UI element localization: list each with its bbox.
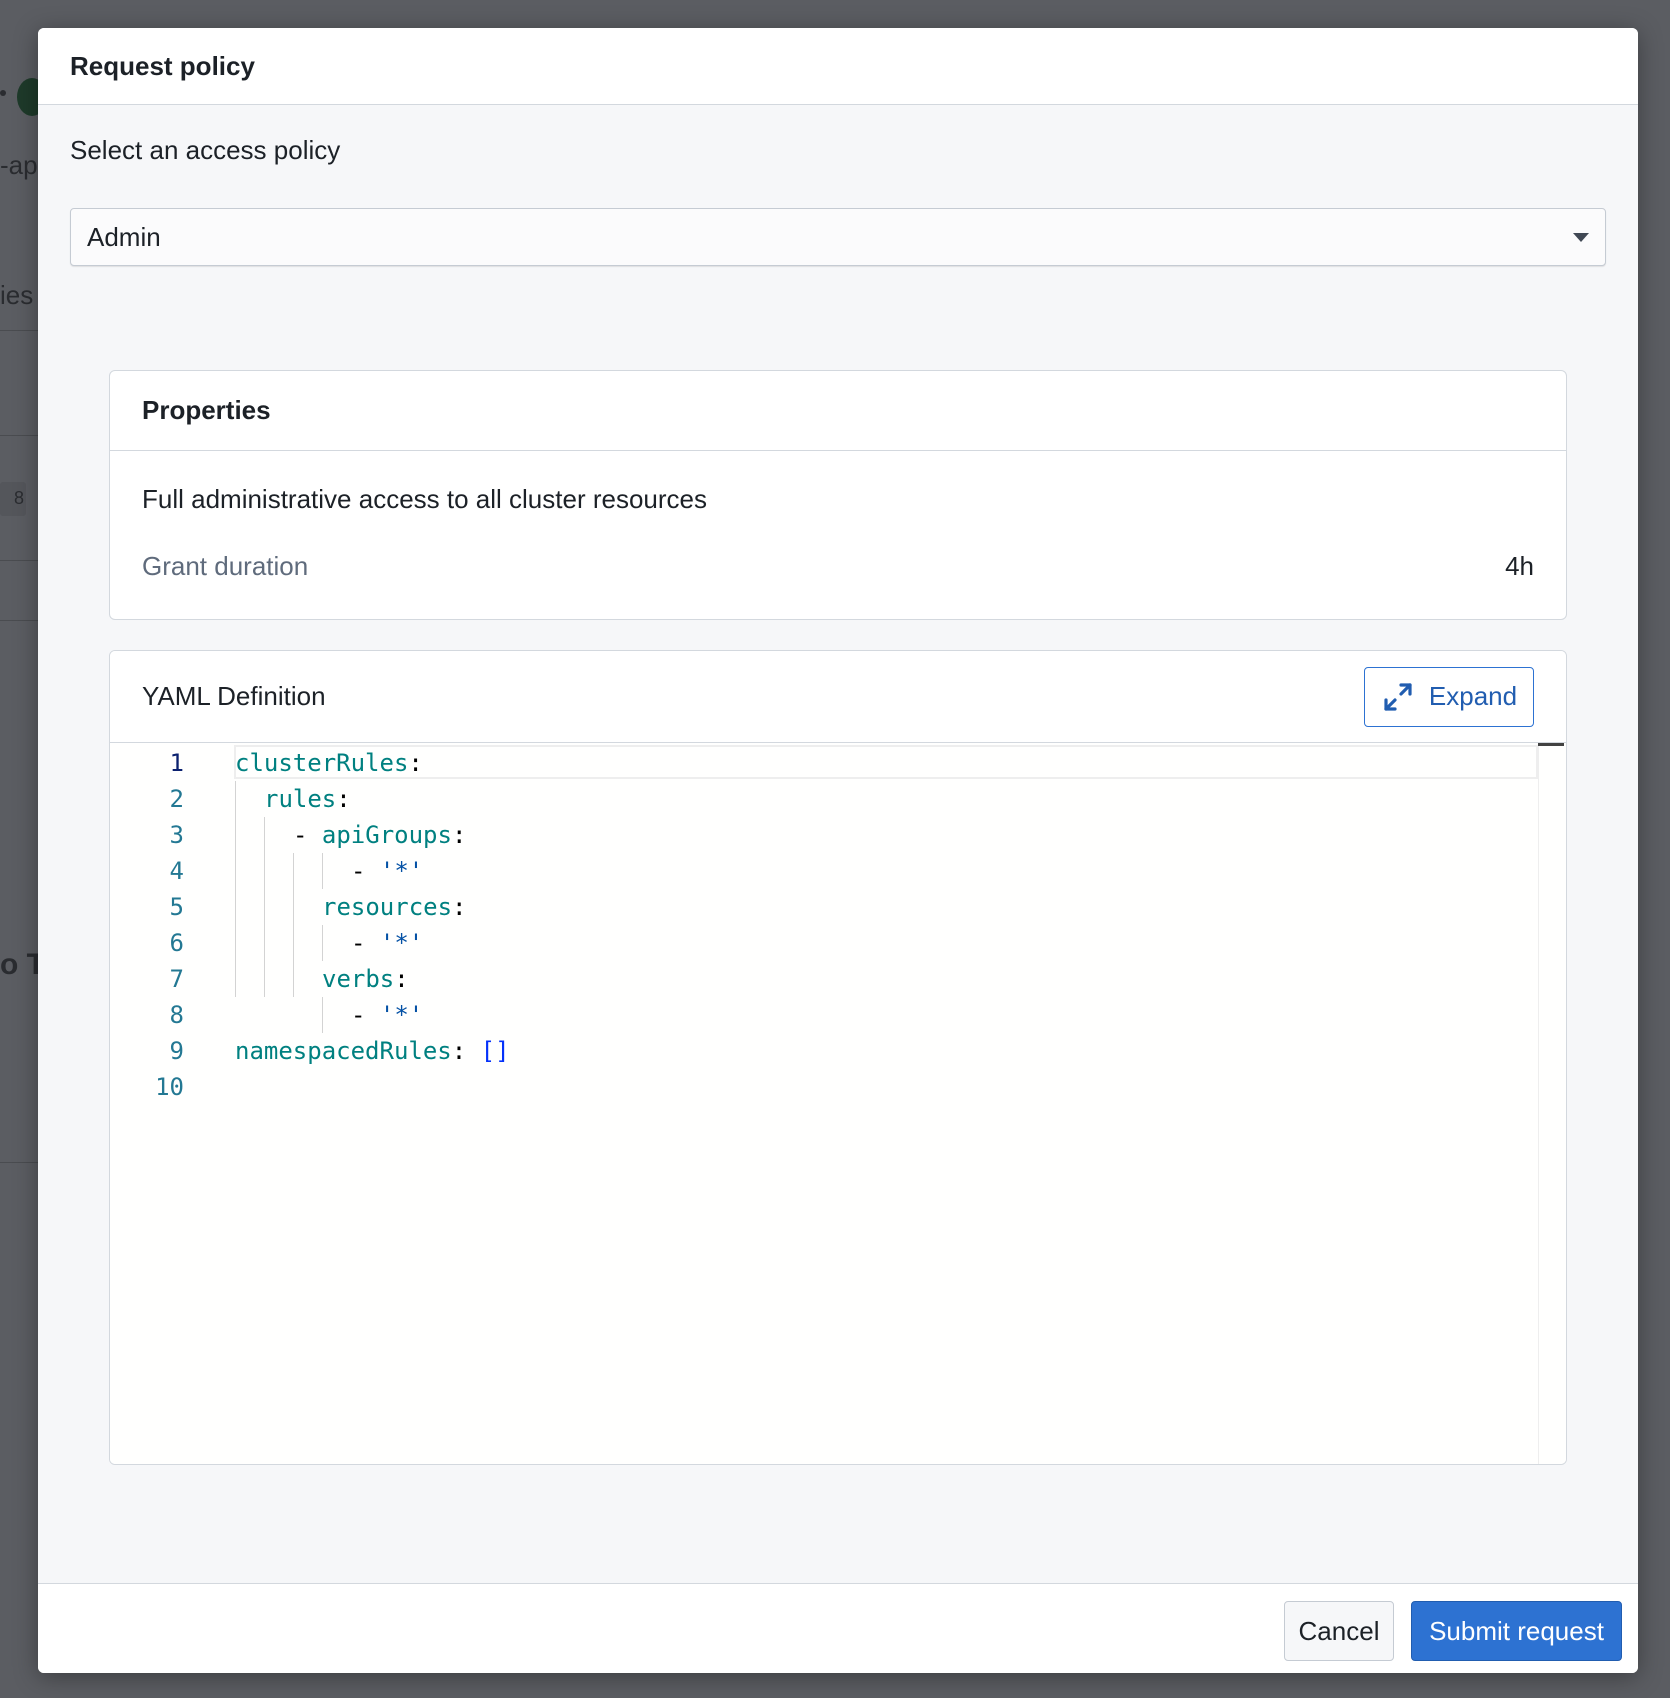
caret-down-icon [1573, 232, 1589, 242]
indent-guide [322, 853, 323, 889]
background-divider [0, 560, 40, 561]
background-divider [0, 1162, 40, 1163]
dialog-body: Select an access policy Admin Properties… [38, 105, 1638, 1607]
background-divider [0, 435, 40, 436]
indent-guide [293, 853, 294, 997]
current-line-highlight [234, 745, 1538, 779]
code-line: rules: [264, 785, 351, 813]
line-number: 8 [169, 1001, 184, 1029]
policy-description: Full administrative access to all cluste… [142, 484, 707, 514]
policy-select-value: Admin [87, 221, 161, 252]
code-line: namespacedRules: [] [235, 1037, 510, 1065]
yaml-title: YAML Definition [142, 681, 326, 711]
properties-card: Properties Full administrative access to… [109, 370, 1567, 620]
indent-guide [322, 925, 323, 961]
background-dot [0, 90, 6, 96]
cancel-button[interactable]: Cancel [1284, 1601, 1394, 1661]
submit-request-button[interactable]: Submit request [1411, 1601, 1622, 1661]
line-number: 1 [169, 749, 184, 777]
code-line: resources: [322, 893, 467, 921]
background-text: ies [0, 280, 34, 310]
line-number: 9 [169, 1037, 184, 1065]
line-number: 10 [155, 1073, 184, 1101]
code-line: - '*' [351, 929, 424, 957]
editor-scroll-thumb[interactable] [1538, 743, 1564, 746]
dialog-footer: Cancel Submit request [38, 1583, 1638, 1673]
line-number: 3 [169, 821, 184, 849]
yaml-card: YAML Definition Expand 1 2 3 4 5 6 7 8 9… [109, 650, 1567, 1465]
dialog-header: Request policy [38, 28, 1638, 105]
editor-scrollbar[interactable] [1538, 743, 1566, 1464]
indent-guide [322, 997, 323, 1033]
policy-select-label: Select an access policy [70, 135, 341, 165]
line-number: 2 [169, 785, 184, 813]
expand-button[interactable]: Expand [1364, 666, 1534, 727]
grant-duration-label: Grant duration [142, 551, 309, 581]
request-policy-dialog: Request policy Select an access policy A… [38, 28, 1638, 1673]
yaml-header: YAML Definition Expand [110, 651, 1566, 743]
expand-arrows-icon [1384, 682, 1412, 711]
code-line: - apiGroups: [293, 821, 467, 849]
code-line: - '*' [351, 857, 424, 885]
indent-guide [264, 817, 265, 997]
line-number: 5 [169, 893, 184, 921]
properties-header: Properties [110, 371, 1566, 451]
code-line: clusterRules: [235, 749, 423, 777]
policy-select[interactable]: Admin [70, 208, 1606, 266]
line-number: 4 [169, 857, 184, 885]
line-number: 7 [169, 965, 184, 993]
grant-duration-row: Grant duration 4h [142, 551, 1534, 582]
background-badge: 8 [0, 482, 26, 516]
dialog-title: Request policy [70, 50, 255, 81]
background-divider [0, 330, 40, 331]
expand-button-label: Expand [1428, 681, 1518, 711]
code-line: - '*' [351, 1001, 424, 1029]
background-divider [0, 620, 40, 621]
code-line: verbs: [322, 965, 409, 993]
properties-title: Properties [142, 395, 271, 425]
yaml-editor[interactable]: 1 2 3 4 5 6 7 8 9 10 clusterRules: rules… [110, 743, 1566, 1464]
indent-guide [235, 781, 236, 997]
grant-duration-value: 4h [1505, 551, 1534, 581]
line-number: 6 [169, 929, 184, 957]
